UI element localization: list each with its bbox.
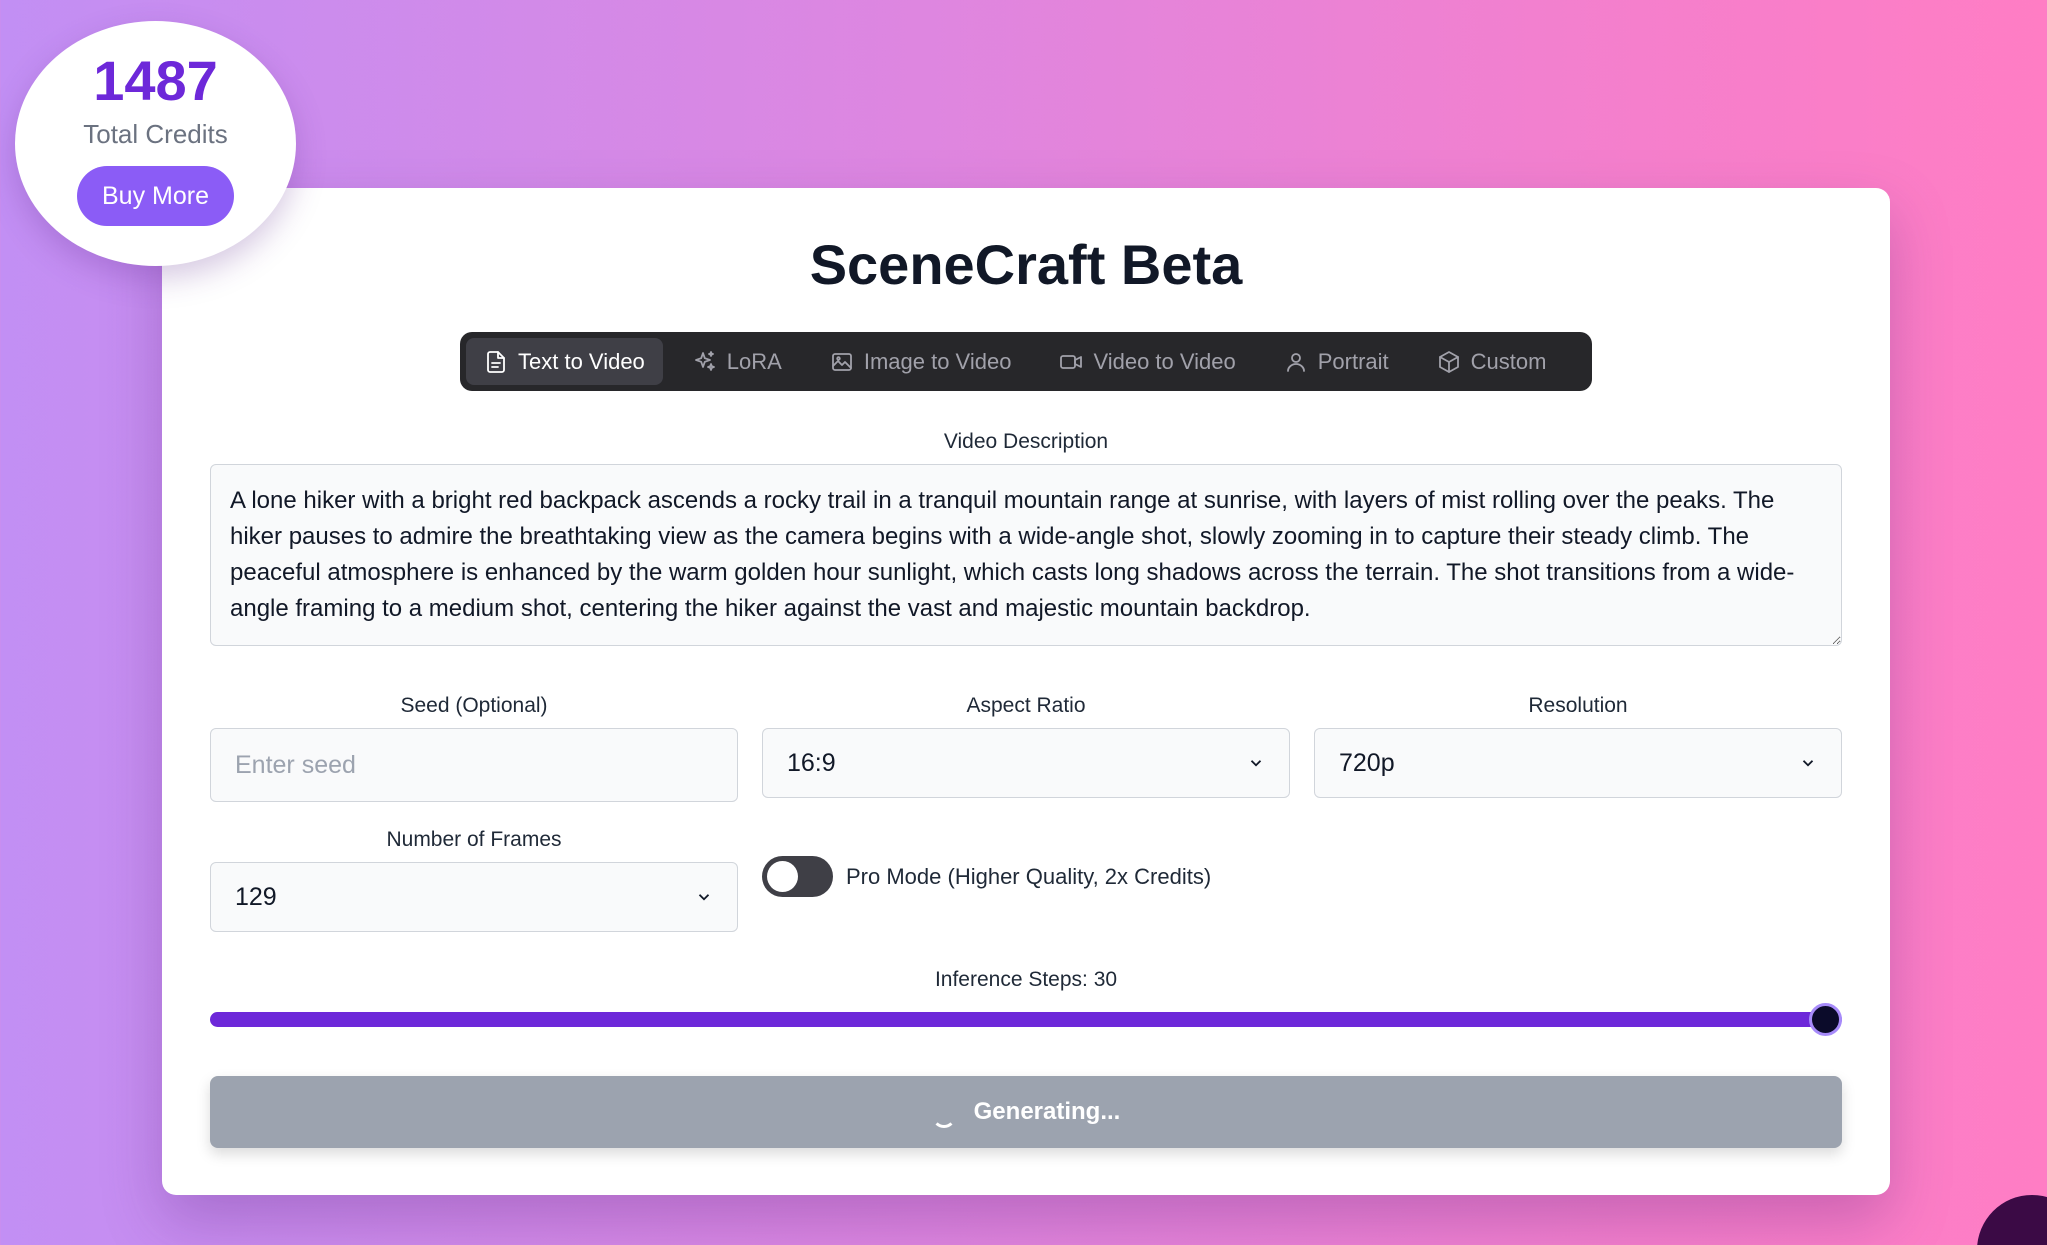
credits-panel: 1487 Total Credits Buy More xyxy=(15,21,296,266)
tab-custom[interactable]: Custom xyxy=(1419,338,1565,385)
loading-spinner-icon xyxy=(931,1104,956,1128)
seed-input[interactable]: Enter seed xyxy=(210,728,738,802)
chevron-down-icon xyxy=(698,894,710,901)
generate-button[interactable]: Generating... xyxy=(210,1076,1842,1148)
cube-icon xyxy=(1438,350,1459,373)
tab-label: Text to Video xyxy=(518,348,645,374)
tab-label: Custom xyxy=(1470,348,1547,374)
description-label: Video Description xyxy=(943,430,1109,453)
tab-label: Image to Video xyxy=(863,348,1012,374)
resolution-select[interactable]: 720p xyxy=(1314,728,1842,798)
file-text-icon xyxy=(487,350,505,373)
pro-mode-label: Pro Mode (Higher Quality, 2x Credits) xyxy=(846,864,1212,889)
mode-tabs: Text to Video LoRA Image to Video Video … xyxy=(460,332,1592,391)
aspect-ratio-select[interactable]: 16:9 xyxy=(762,728,1290,798)
page-title: SceneCraft Beta xyxy=(809,233,1243,296)
seed-placeholder: Enter seed xyxy=(235,750,356,779)
credits-count: 1487 xyxy=(93,49,218,112)
chevron-down-icon xyxy=(1802,760,1814,767)
aspect-ratio-value: 16:9 xyxy=(787,748,836,777)
tab-label: Video to Video xyxy=(1093,348,1236,374)
generate-label: Generating... xyxy=(973,1098,1121,1125)
tab-label: LoRA xyxy=(726,348,782,374)
frames-value: 129 xyxy=(235,882,277,911)
toggle-knob xyxy=(767,861,798,892)
tab-portrait[interactable]: Portrait xyxy=(1266,338,1407,385)
video-description-input[interactable] xyxy=(210,464,1842,646)
frames-label: Number of Frames xyxy=(386,828,562,851)
credits-label: Total Credits xyxy=(83,119,228,149)
tab-image-to-video[interactable]: Image to Video xyxy=(812,338,1030,385)
tab-label: Portrait xyxy=(1317,348,1389,374)
tab-video-to-video[interactable]: Video to Video xyxy=(1041,338,1253,385)
main-card: SceneCraft Beta Text to Video LoRA Image… xyxy=(162,188,1890,1195)
tab-lora[interactable]: LoRA xyxy=(675,338,800,385)
sparkles-icon xyxy=(694,350,715,371)
chat-bubble-icon[interactable] xyxy=(1977,1195,2047,1245)
seed-label: Seed (Optional) xyxy=(400,694,548,717)
user-icon xyxy=(1286,352,1305,372)
inference-steps-label: Inference Steps: 30 xyxy=(934,968,1118,991)
inference-steps-slider[interactable] xyxy=(210,1012,1842,1027)
pro-mode-toggle[interactable] xyxy=(762,856,833,897)
image-icon xyxy=(831,352,852,371)
resolution-value: 720p xyxy=(1339,748,1395,777)
frames-select[interactable]: 129 xyxy=(210,862,738,932)
video-camera-icon xyxy=(1060,354,1083,369)
slider-thumb[interactable] xyxy=(1809,1003,1842,1036)
aspect-ratio-label: Aspect Ratio xyxy=(966,694,1086,717)
tab-text-to-video[interactable]: Text to Video xyxy=(466,338,663,385)
resolution-label: Resolution xyxy=(1528,694,1628,717)
chevron-down-icon xyxy=(1250,760,1262,767)
buy-more-button[interactable]: Buy More xyxy=(77,166,234,226)
